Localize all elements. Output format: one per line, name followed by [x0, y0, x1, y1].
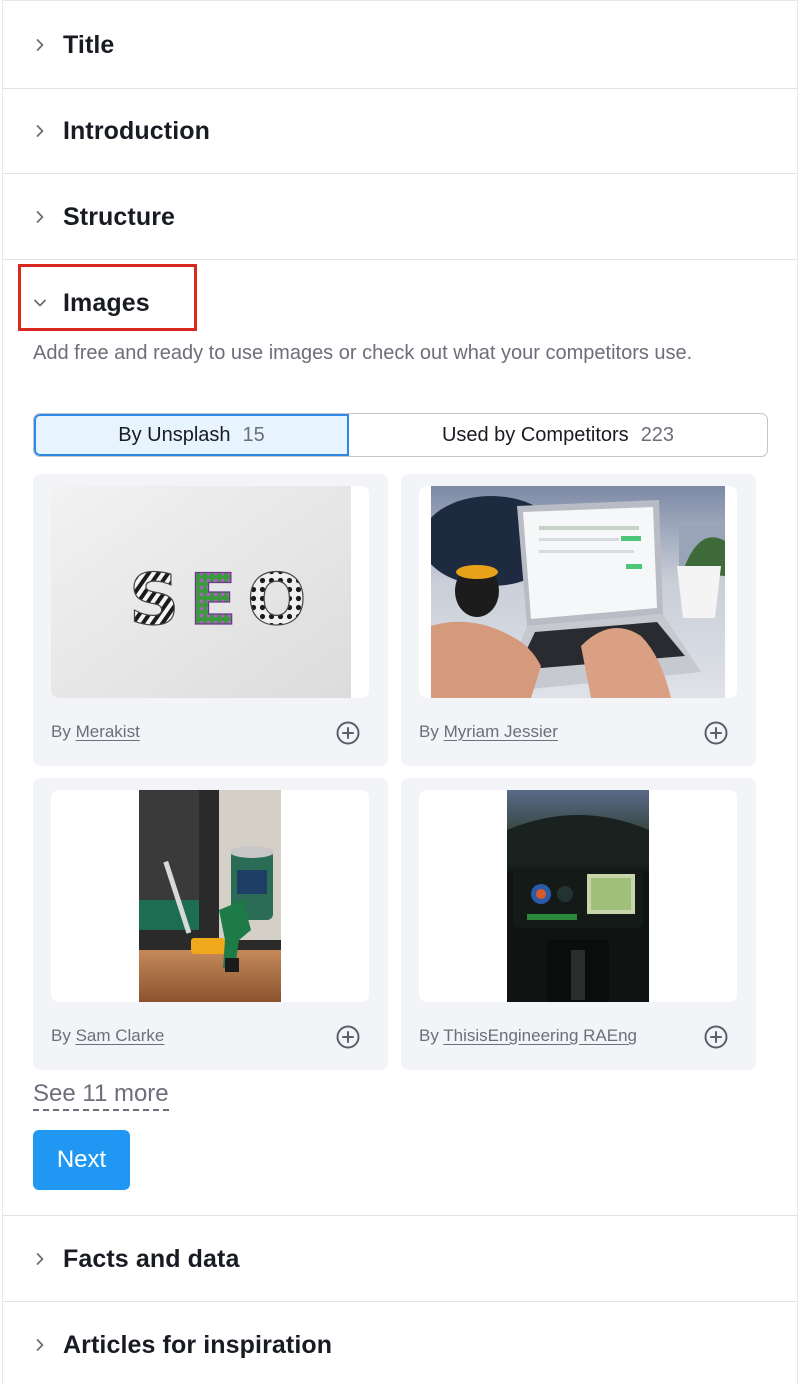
tab-count: 223	[640, 423, 675, 446]
svg-text:O: O	[247, 559, 307, 641]
author-link[interactable]: Merakist	[76, 722, 140, 741]
section-title-header[interactable]: Title	[3, 2, 797, 88]
credit-prefix: By	[419, 722, 439, 741]
tab-label: By Unsplash	[118, 423, 231, 446]
author-link[interactable]: Sam Clarke	[76, 1026, 165, 1045]
section-articles-label: Articles for inspiration	[63, 1330, 333, 1359]
author-link[interactable]: Myriam Jessier	[444, 722, 558, 741]
chevron-right-icon	[31, 36, 49, 54]
photo-credit: By Myriam Jessier	[419, 722, 558, 742]
photo-credit: By ThisisEngineering RAEng	[419, 1026, 637, 1046]
credit-prefix: By	[419, 1026, 439, 1045]
section-structure-label: Structure	[63, 202, 176, 231]
section-title-label: Title	[63, 30, 115, 59]
credit-prefix: By	[51, 722, 71, 741]
laptop-typing-photo[interactable]	[419, 486, 737, 698]
cockpit-photo[interactable]	[419, 790, 737, 1002]
tab-count: 15	[242, 423, 265, 446]
section-facts-label: Facts and data	[63, 1244, 240, 1273]
author-link[interactable]: ThisisEngineering RAEng	[443, 1026, 637, 1045]
section-structure[interactable]: Structure	[3, 174, 797, 260]
photo-credit: By Merakist	[51, 722, 140, 742]
section-facts-and-data[interactable]: Facts and data	[3, 1216, 797, 1302]
image-source-tabs: By Unsplash 15 Used by Competitors 223	[33, 413, 768, 457]
images-description: Add free and ready to use images or chec…	[33, 342, 693, 364]
section-articles-for-inspiration[interactable]: Articles for inspiration	[3, 1302, 797, 1384]
svg-text:E: E	[189, 559, 237, 641]
image-card[interactable]: By Myriam Jessier	[401, 474, 756, 766]
credit-prefix: By	[51, 1026, 71, 1045]
plus-circle-icon[interactable]	[335, 720, 361, 746]
chevron-right-icon	[31, 208, 49, 226]
tab-by-unsplash[interactable]: By Unsplash 15	[34, 414, 349, 456]
next-button[interactable]: Next	[33, 1130, 130, 1190]
section-structure-header[interactable]: Structure	[3, 174, 797, 260]
plus-circle-icon[interactable]	[703, 720, 729, 746]
tab-used-by-competitors[interactable]: Used by Competitors 223	[349, 414, 767, 456]
seo-letters-photo[interactable]: S E O	[51, 486, 369, 698]
image-card[interactable]: By ThisisEngineering RAEng	[401, 778, 756, 1070]
section-introduction-label: Introduction	[63, 116, 211, 145]
chevron-right-icon	[31, 1250, 49, 1268]
plus-circle-icon[interactable]	[335, 1024, 361, 1050]
section-title[interactable]: Title	[3, 2, 797, 89]
see-more-link[interactable]: See 11 more	[33, 1080, 169, 1111]
section-facts-header[interactable]: Facts and data	[3, 1216, 797, 1302]
chevron-right-icon	[31, 122, 49, 140]
section-articles-header[interactable]: Articles for inspiration	[3, 1302, 797, 1384]
tab-label: Used by Competitors	[441, 423, 629, 446]
section-introduction-header[interactable]: Introduction	[3, 88, 797, 174]
plus-circle-icon[interactable]	[703, 1024, 729, 1050]
photo-credit: By Sam Clarke	[51, 1026, 164, 1046]
tools-drill-photo[interactable]	[51, 790, 369, 1002]
chevron-right-icon	[31, 1336, 49, 1354]
highlight-annotation	[18, 264, 197, 331]
image-card[interactable]: S E O By Merakist	[33, 474, 388, 766]
svg-text:S: S	[129, 559, 179, 641]
section-introduction[interactable]: Introduction	[3, 88, 797, 174]
image-card[interactable]: By Sam Clarke	[33, 778, 388, 1070]
